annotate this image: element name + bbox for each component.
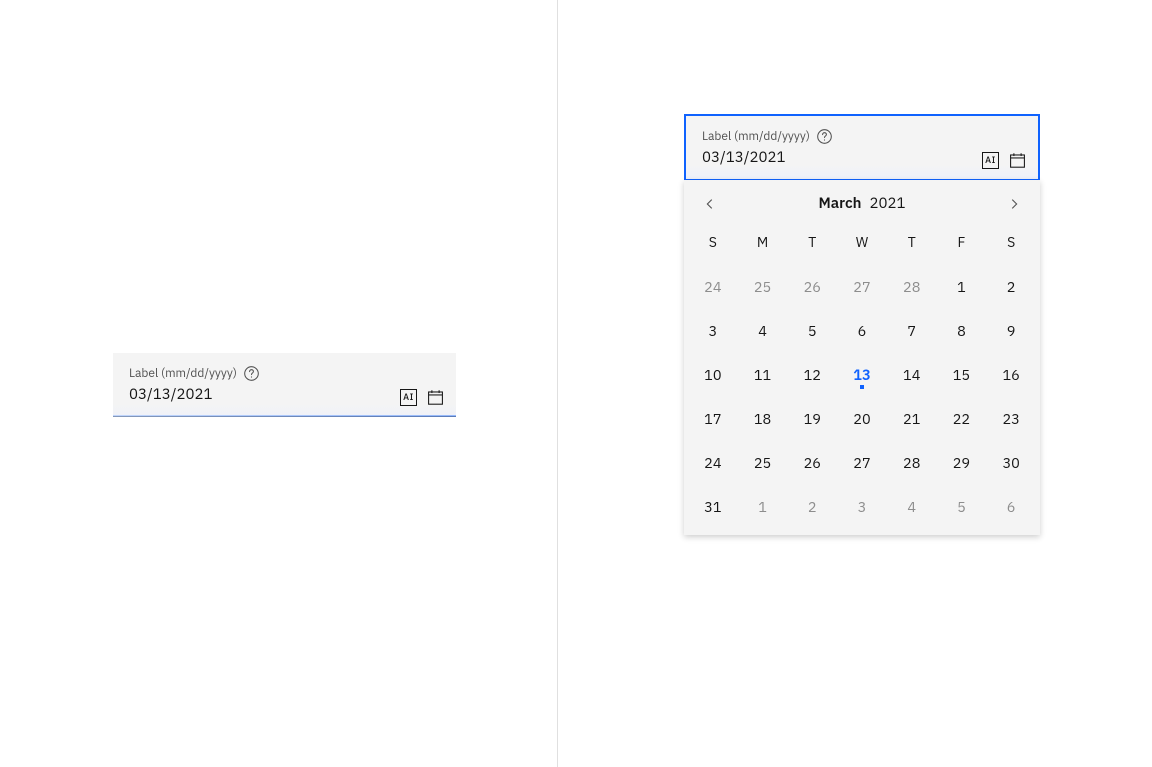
calendar-day-selected[interactable]: 13 [837, 353, 887, 395]
help-icon[interactable] [243, 365, 260, 382]
calendar-day[interactable]: 26 [787, 441, 837, 483]
calendar-dow: W [837, 223, 887, 263]
calendar-day[interactable]: 5 [787, 309, 837, 351]
date-input-value: 03/13/2021 [702, 148, 1022, 167]
calendar-day[interactable]: 15 [937, 353, 987, 395]
layout-divider [557, 0, 558, 767]
prev-month-button[interactable] [694, 188, 726, 220]
calendar-icon[interactable] [427, 389, 444, 406]
date-picker-open: Label (mm/dd/yyyy) 03/13/2021 AI [684, 114, 1040, 535]
calendar-day[interactable]: 4 [738, 309, 788, 351]
calendar-dow: F [937, 223, 987, 263]
calendar-dow: T [887, 223, 937, 263]
next-month-button[interactable] [998, 188, 1030, 220]
calendar-day[interactable]: 28 [887, 441, 937, 483]
calendar-day[interactable]: 8 [937, 309, 987, 351]
calendar-day: 28 [887, 265, 937, 307]
date-input-label-row: Label (mm/dd/yyyy) [129, 365, 440, 382]
calendar-day[interactable]: 30 [986, 441, 1036, 483]
calendar-day[interactable]: 6 [837, 309, 887, 351]
date-input-label: Label (mm/dd/yyyy) [129, 366, 237, 381]
calendar-day[interactable]: 3 [688, 309, 738, 351]
calendar-month: March [819, 194, 862, 213]
calendar-day[interactable]: 16 [986, 353, 1036, 395]
calendar-day[interactable]: 7 [887, 309, 937, 351]
calendar-day[interactable]: 23 [986, 397, 1036, 439]
calendar-day[interactable]: 11 [738, 353, 788, 395]
ai-icon[interactable]: AI [982, 152, 999, 169]
calendar-day: 2 [787, 485, 837, 527]
calendar-day[interactable]: 1 [937, 265, 987, 307]
calendar-day[interactable]: 27 [837, 441, 887, 483]
calendar-day: 6 [986, 485, 1036, 527]
calendar-day: 3 [837, 485, 887, 527]
date-input-label: Label (mm/dd/yyyy) [702, 129, 810, 144]
date-input-field[interactable]: Label (mm/dd/yyyy) 03/13/2021 AI [113, 353, 456, 417]
calendar-day: 26 [787, 265, 837, 307]
ai-icon[interactable]: AI [400, 389, 417, 406]
calendar-day[interactable]: 19 [787, 397, 837, 439]
calendar-icon[interactable] [1009, 152, 1026, 169]
calendar-day[interactable]: 22 [937, 397, 987, 439]
calendar-day[interactable]: 17 [688, 397, 738, 439]
calendar-day[interactable]: 29 [937, 441, 987, 483]
calendar-header: March 2021 [688, 184, 1036, 223]
calendar-day[interactable]: 25 [738, 441, 788, 483]
calendar-dow: M [738, 223, 788, 263]
date-input-field-focused[interactable]: Label (mm/dd/yyyy) 03/13/2021 AI [684, 114, 1040, 181]
calendar-dow: S [986, 223, 1036, 263]
calendar-grid: SMTWTFS242526272812345678910111213141516… [688, 223, 1036, 527]
calendar-title: March 2021 [819, 194, 906, 213]
calendar-day[interactable]: 9 [986, 309, 1036, 351]
date-picker-closed: Label (mm/dd/yyyy) 03/13/2021 AI [113, 353, 456, 417]
calendar-day: 24 [688, 265, 738, 307]
date-input-label-row: Label (mm/dd/yyyy) [702, 128, 1022, 145]
calendar-day[interactable]: 12 [787, 353, 837, 395]
calendar-dow: S [688, 223, 738, 263]
calendar-day: 4 [887, 485, 937, 527]
calendar-day[interactable]: 2 [986, 265, 1036, 307]
calendar-day[interactable]: 24 [688, 441, 738, 483]
calendar-day[interactable]: 31 [688, 485, 738, 527]
calendar-dow: T [787, 223, 837, 263]
calendar-day: 25 [738, 265, 788, 307]
date-input-value: 03/13/2021 [129, 385, 440, 404]
calendar-day[interactable]: 20 [837, 397, 887, 439]
calendar-year: 2021 [869, 194, 905, 213]
calendar-day[interactable]: 21 [887, 397, 937, 439]
calendar-day: 27 [837, 265, 887, 307]
calendar-day[interactable]: 14 [887, 353, 937, 395]
calendar-day: 5 [937, 485, 987, 527]
calendar-day[interactable]: 10 [688, 353, 738, 395]
help-icon[interactable] [816, 128, 833, 145]
calendar-popup: March2021 SMTWTFS24252627281234567891011… [684, 180, 1040, 535]
calendar-day: 1 [738, 485, 788, 527]
calendar-day[interactable]: 18 [738, 397, 788, 439]
